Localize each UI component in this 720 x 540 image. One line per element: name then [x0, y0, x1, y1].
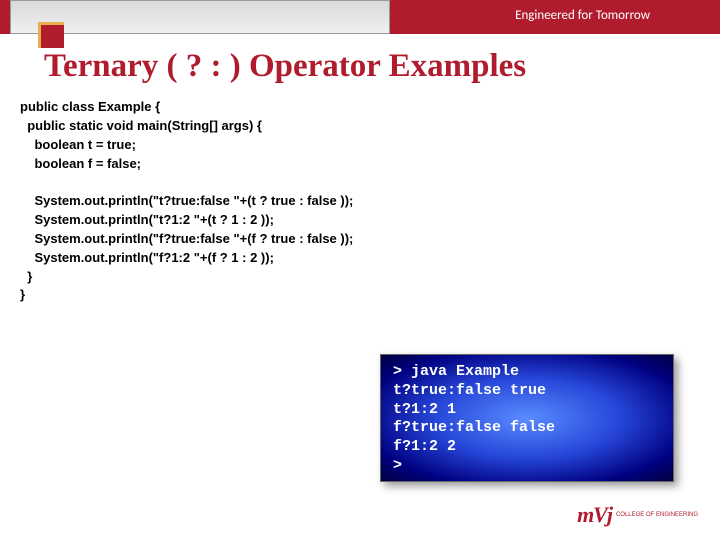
- footer-logo: mVj COLLEGE OF ENGINEERING: [577, 502, 698, 528]
- header-left-panel: [10, 0, 390, 34]
- logo-subtitle: COLLEGE OF ENGINEERING: [616, 512, 698, 519]
- accent-square: [38, 22, 64, 48]
- header-bar: Engineered for Tomorrow: [0, 0, 720, 34]
- output-text: > java Example t?true:false true t?1:2 1…: [393, 363, 661, 476]
- logo-brand: mVj: [577, 502, 612, 528]
- header-tagline: Engineered for Tomorrow: [515, 8, 650, 23]
- slide-title: Ternary ( ? : ) Operator Examples: [44, 48, 526, 85]
- output-box: > java Example t?true:false true t?1:2 1…: [380, 354, 674, 482]
- code-block: public class Example { public static voi…: [20, 98, 353, 305]
